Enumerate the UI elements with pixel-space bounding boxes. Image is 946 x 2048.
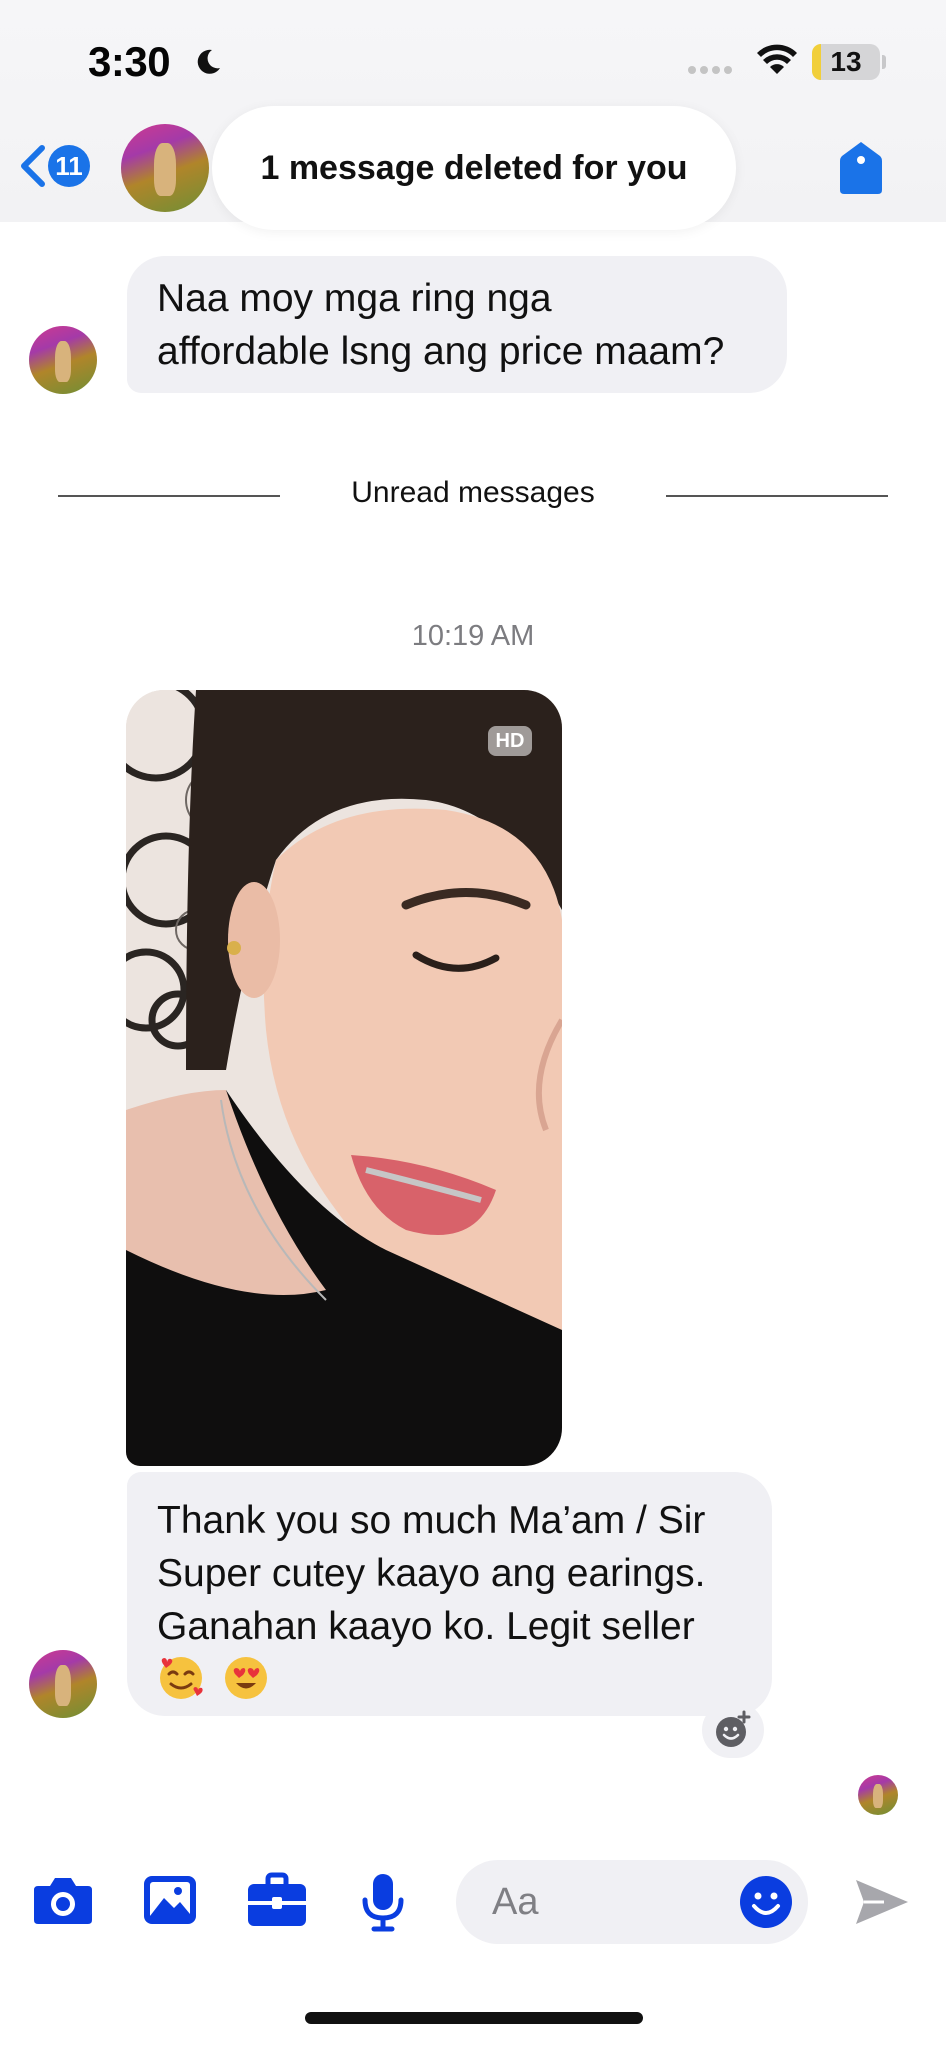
contact-avatar[interactable] [121,124,209,212]
divider-line [666,495,888,497]
add-reaction-button[interactable] [702,1702,764,1758]
message-line: Super cutey kaayo ang earings. [157,1552,706,1595]
briefcase-icon[interactable] [246,1872,308,1930]
divider-line [58,495,280,497]
wifi-icon [757,44,797,74]
message-input-placeholder: Aa [492,1881,539,1923]
message-bubble[interactable]: Thank you so much Ma’am / Sir Super cute… [127,1472,772,1716]
hd-badge: HD [488,726,532,756]
moon-icon [197,49,220,74]
cellular-signal-icon [688,66,738,78]
send-icon[interactable] [852,1874,912,1930]
chevron-left-icon [21,145,45,187]
battery-indicator: 13 [812,44,880,80]
status-time: 3:30 [88,38,171,85]
sender-avatar[interactable] [29,1650,97,1718]
unread-divider-label: Unread messages [351,476,595,509]
add-reaction-icon [716,1710,751,1747]
camera-icon[interactable] [32,1872,94,1928]
message-line: affordable lsng ang price maam? [157,330,725,373]
message-line: Naa moy mga ring nga [157,277,552,320]
message-line: Thank you so much Ma’am / Sir [157,1499,706,1542]
sender-avatar[interactable] [29,326,97,394]
photo-attachment[interactable]: HD [126,690,562,1466]
battery-level: 13 [830,46,862,77]
unread-count-badge: 11 [48,145,90,187]
gallery-icon[interactable] [140,1872,200,1928]
message-bubble[interactable]: Naa moy mga ring nga affordable lsng ang… [127,256,787,393]
microphone-icon[interactable] [360,1872,406,1932]
heart-eyes-emoji [224,1656,267,1699]
tag-icon[interactable] [838,140,884,196]
battery-nub [882,55,886,69]
message-line: Ganahan kaayo ko. Legit seller [157,1605,695,1648]
back-button[interactable]: 11 [18,140,100,192]
photo-image [126,690,562,1466]
smile-icon[interactable] [738,1874,794,1930]
emoji-row [157,1649,742,1702]
message-timestamp: 10:19 AM [411,620,535,652]
deleted-message-toast: 1 message deleted for you [212,106,736,230]
home-indicator[interactable] [305,2012,643,2024]
smiling-face-with-hearts-emoji [160,1656,203,1699]
read-receipt-avatar [858,1775,898,1815]
